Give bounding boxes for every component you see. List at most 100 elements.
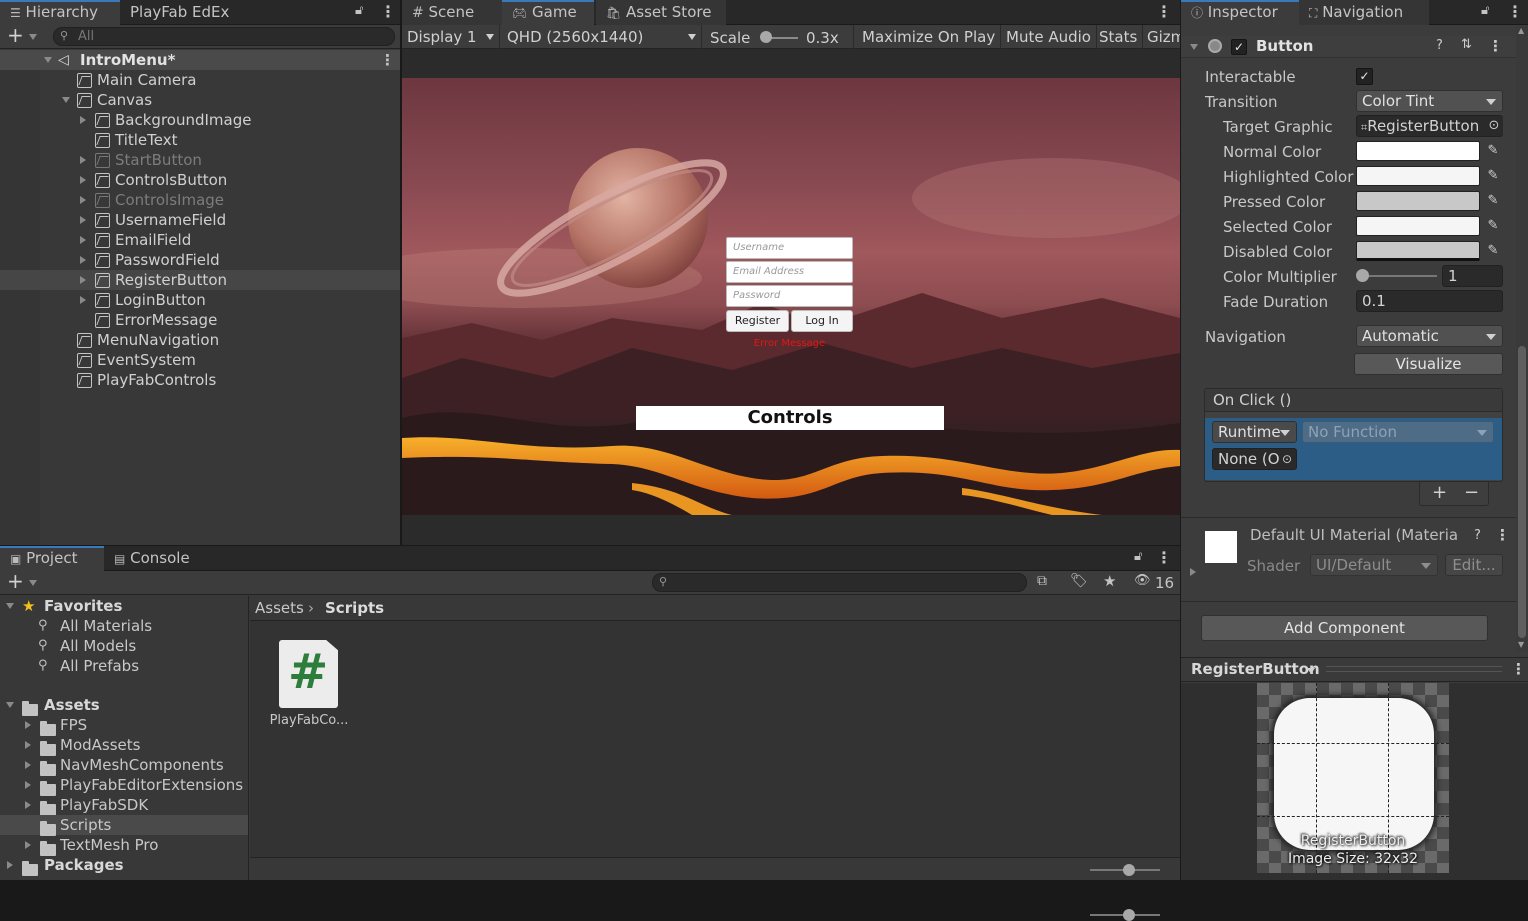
hierarchy-search-input[interactable]: ⚲ All [53, 27, 395, 46]
zoom-thumb[interactable] [1123, 864, 1135, 876]
interactable-checkbox[interactable]: ✓ [1356, 68, 1373, 85]
preview-menu-icon[interactable]: ⋮ [1511, 660, 1526, 678]
scroll-down-icon[interactable]: ▼ [1518, 640, 1524, 649]
material-menu-icon[interactable]: ⋮ [1495, 526, 1510, 544]
preview-title[interactable]: RegisterButton [1191, 660, 1320, 678]
add-listener-plus-icon[interactable]: + [1432, 482, 1447, 503]
chevron-right-icon[interactable] [25, 761, 31, 769]
login-button[interactable]: Log In [791, 310, 853, 332]
eyedropper-icon[interactable]: ✎ [1483, 141, 1503, 161]
scale-slider[interactable]: Scale 0.3x [704, 25, 854, 49]
packages-row[interactable]: Packages [0, 855, 248, 876]
help-icon[interactable]: ? [1436, 38, 1443, 53]
chevron-right-icon[interactable] [80, 156, 86, 164]
scale-thumb[interactable] [760, 31, 772, 43]
game-more-icon[interactable]: ⋮ [1156, 2, 1172, 21]
search-by-type-icon[interactable]: ⧉ [1037, 573, 1047, 589]
inspector-scrollbar[interactable]: ▲ ▼ [1516, 26, 1528, 652]
chevron-down-icon[interactable] [1190, 44, 1198, 50]
highlighted-color-swatch[interactable] [1356, 166, 1480, 186]
eyedropper-icon[interactable]: ✎ [1483, 241, 1503, 261]
scroll-up-icon[interactable]: ▲ [1518, 26, 1524, 35]
eyedropper-icon[interactable]: ✎ [1483, 216, 1503, 236]
gizmos-button[interactable]: Gizm [1143, 25, 1180, 49]
target-graphic-field[interactable]: ⌗RegisterButton [1356, 115, 1503, 137]
favorite-item[interactable]: ⚲ All Prefabs [0, 656, 248, 676]
button-component-header[interactable]: ✓ Button ? ⇅ ⋮ [1181, 36, 1516, 58]
chevron-right-icon[interactable] [80, 176, 86, 184]
chevron-right-icon[interactable] [25, 781, 31, 789]
tab-asset-store[interactable]: 🛍︎ Asset Store [596, 0, 726, 25]
email-field[interactable]: Email Address [726, 261, 853, 283]
tab-playfab-edex[interactable]: PlayFab EdEx [120, 0, 240, 25]
pressed-color-swatch[interactable] [1356, 191, 1480, 211]
asset-folder-item[interactable]: PlayFabEditorExtensions [0, 775, 248, 796]
more-menu-icon[interactable]: ⋮ [1507, 2, 1523, 21]
search-by-label-icon[interactable]: 🏷︎ [1070, 573, 1088, 589]
chevron-down-icon[interactable] [1307, 668, 1315, 674]
lock-icon[interactable]: 🔓︎ [1481, 3, 1489, 18]
tab-scene[interactable]: # Scene [402, 0, 502, 25]
eyedropper-icon[interactable]: ✎ [1483, 191, 1503, 211]
tab-game[interactable]: 🎮︎ Game [502, 0, 594, 25]
hierarchy-item[interactable]: TitleText [0, 130, 400, 150]
asset-folder-item[interactable]: PlayFabSDK [0, 795, 248, 816]
scene-row[interactable]: ◁ IntroMenu* ⋮ [0, 50, 400, 70]
object-picker-icon[interactable]: ⊙ [1485, 117, 1503, 135]
project-search-input[interactable]: ⚲ [652, 573, 1027, 592]
favorite-item[interactable]: ⚲ All Models [0, 636, 248, 656]
onclick-entry[interactable]: Runtime No Function None (O ⊙ [1205, 418, 1502, 480]
navigation-dropdown[interactable]: Automatic [1356, 325, 1503, 347]
favorites-star-icon[interactable]: ★ [1103, 572, 1116, 590]
chevron-right-icon[interactable] [80, 196, 86, 204]
hierarchy-item[interactable]: BackgroundImage [0, 110, 400, 130]
zoom-slider[interactable] [1090, 909, 1160, 921]
display-dropdown[interactable]: Display 1 [402, 25, 500, 49]
chevron-right-icon[interactable] [80, 296, 86, 304]
tab-navigation[interactable]: ⛶ Navigation [1299, 0, 1429, 25]
create-dropdown-icon[interactable] [29, 580, 37, 586]
zoom-thumb[interactable] [1123, 909, 1135, 921]
chevron-right-icon[interactable] [1190, 568, 1196, 576]
favorites-row[interactable]: ★ Favorites [0, 596, 248, 616]
game-viewport[interactable]: Username Email Address Password Register… [402, 78, 1180, 515]
color-multiplier-slider-track[interactable] [1361, 275, 1437, 277]
hierarchy-item[interactable]: MenuNavigation [0, 330, 400, 350]
tab-inspector[interactable]: ⓘ Inspector [1181, 0, 1299, 25]
chevron-right-icon[interactable] [80, 216, 86, 224]
asset-folder-item[interactable]: NavMeshComponents [0, 755, 248, 776]
hierarchy-item[interactable]: PlayFabControls [0, 370, 400, 390]
asset-folder-item[interactable]: Scripts [0, 815, 248, 836]
asset-folder-item[interactable]: FPS [0, 715, 248, 736]
asset-folder-item[interactable]: TextMesh Pro [0, 835, 248, 856]
chevron-down-icon[interactable] [62, 97, 70, 103]
preset-icon[interactable]: ⇅ [1461, 37, 1472, 52]
hierarchy-item[interactable]: ControlsImage [0, 190, 400, 210]
breadcrumb-assets[interactable]: Assets [255, 596, 304, 621]
more-menu-icon[interactable]: ⋮ [1156, 548, 1172, 567]
chevron-right-icon[interactable] [80, 116, 86, 124]
hierarchy-item[interactable]: Main Camera [0, 70, 400, 90]
shader-edit-button[interactable]: Edit... [1445, 554, 1503, 576]
shader-dropdown[interactable]: UI/Default [1310, 554, 1438, 576]
create-dropdown-icon[interactable] [29, 34, 37, 40]
hierarchy-item[interactable]: EmailField [0, 230, 400, 250]
chevron-right-icon[interactable] [25, 721, 31, 729]
hierarchy-item[interactable]: StartButton [0, 150, 400, 170]
normal-color-swatch[interactable] [1356, 141, 1480, 161]
remove-listener-minus-icon[interactable]: − [1464, 482, 1479, 503]
lock-icon[interactable]: 🔓︎ [355, 3, 363, 18]
create-plus-icon[interactable]: + [7, 569, 24, 593]
function-dropdown[interactable]: No Function [1302, 421, 1494, 443]
tab-project[interactable]: ▣ Project [0, 546, 104, 571]
hierarchy-item[interactable]: EventSystem [0, 350, 400, 370]
chevron-right-icon[interactable] [25, 741, 31, 749]
component-menu-icon[interactable]: ⋮ [1488, 37, 1503, 55]
chevron-right-icon[interactable] [25, 841, 31, 849]
resolution-dropdown[interactable]: QHD (2560x1440) [502, 25, 702, 49]
disabled-color-swatch[interactable] [1356, 241, 1480, 261]
stats-button[interactable]: Stats [1094, 25, 1144, 49]
preview-drag-bar[interactable] [1326, 666, 1502, 672]
hierarchy-item[interactable]: Canvas [0, 90, 400, 110]
register-button[interactable]: Register [726, 310, 789, 332]
